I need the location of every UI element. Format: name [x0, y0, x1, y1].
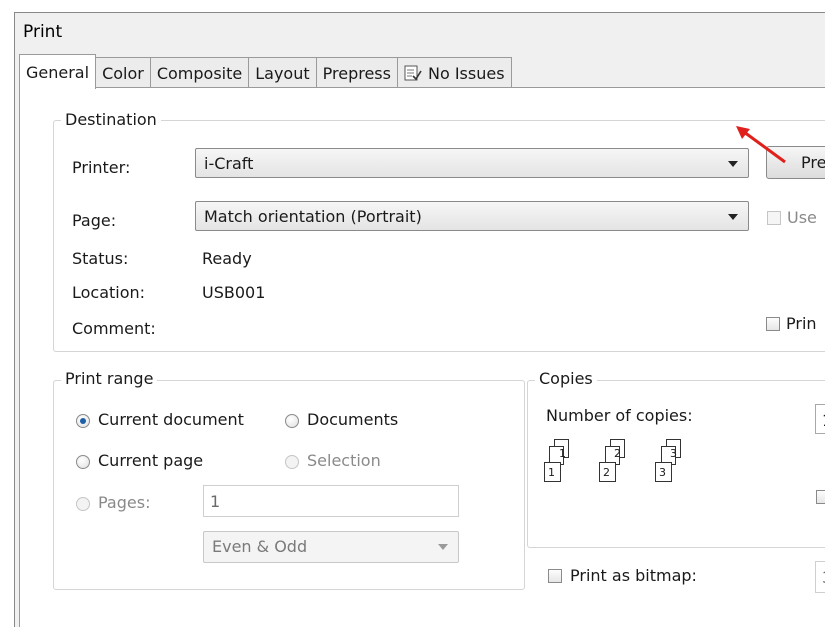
number-of-copies-label: Number of copies: — [546, 406, 693, 425]
print-to-file-label: Prin — [786, 314, 817, 333]
collate-page-2-front: 2 — [603, 466, 610, 479]
page-label: Page: — [72, 211, 117, 230]
current-document-label: Current document — [98, 410, 244, 429]
tab-layout-label: Layout — [255, 63, 310, 83]
pages-input[interactable]: 1 — [203, 485, 459, 517]
chevron-down-icon — [728, 214, 738, 220]
number-of-copies-input[interactable]: 1 — [815, 404, 825, 434]
tab-composite-label: Composite — [156, 63, 243, 83]
general-tab-panel: Destination Printer: i-Craft Pre Page: M… — [19, 87, 825, 627]
collate-page-2: 2 — [614, 447, 621, 460]
tab-no-issues-label: No Issues — [427, 63, 505, 83]
use-label: Use — [787, 208, 817, 227]
page-select-value: Match orientation (Portrait) — [204, 207, 422, 226]
printer-select[interactable]: i-Craft — [195, 148, 749, 178]
pages-radio[interactable] — [76, 497, 90, 511]
copies-legend: Copies — [535, 369, 597, 388]
selection-label: Selection — [307, 451, 381, 470]
comment-label: Comment: — [72, 319, 156, 338]
location-value: USB001 — [202, 283, 266, 302]
parity-select-value: Even & Odd — [212, 537, 308, 556]
tab-strip: General Color Composite Layout Prepress … — [19, 54, 512, 89]
preferences-button-label: Pre — [801, 153, 825, 172]
bitmap-resolution-input[interactable]: 3 — [815, 561, 825, 593]
current-page-radio[interactable] — [76, 455, 90, 469]
collate-page-1: 1 — [559, 447, 566, 460]
status-label: Status: — [72, 249, 129, 268]
pages-input-value: 1 — [210, 492, 221, 511]
documents-radio[interactable] — [285, 414, 299, 428]
printer-select-value: i-Craft — [204, 154, 254, 173]
chevron-down-icon — [438, 544, 448, 550]
destination-legend: Destination — [61, 110, 161, 129]
parity-select[interactable]: Even & Odd — [203, 531, 459, 563]
print-to-file-checkbox[interactable] — [766, 317, 780, 331]
tab-color-label: Color — [102, 63, 144, 83]
checklist-icon — [404, 65, 422, 81]
tab-prepress[interactable]: Prepress — [315, 57, 398, 88]
location-label: Location: — [72, 283, 146, 302]
documents-label: Documents — [307, 410, 399, 429]
printer-label: Printer: — [72, 158, 131, 177]
status-value: Ready — [202, 249, 252, 268]
collate-page-3-front: 3 — [659, 466, 666, 479]
current-document-radio[interactable] — [76, 414, 90, 428]
annotation-arrow-icon — [736, 126, 786, 164]
collate-page-1-front: 1 — [548, 466, 555, 479]
use-checkbox[interactable] — [767, 211, 781, 225]
selection-radio[interactable] — [285, 455, 299, 469]
tab-general-label: General — [26, 62, 90, 82]
collate-checkbox[interactable] — [816, 490, 825, 504]
tab-composite[interactable]: Composite — [149, 57, 250, 88]
print-range-legend: Print range — [61, 369, 158, 388]
tab-general[interactable]: General — [19, 54, 97, 89]
tab-prepress-label: Prepress — [322, 63, 391, 83]
current-page-label: Current page — [98, 451, 204, 470]
tab-layout[interactable]: Layout — [248, 57, 317, 88]
page-orientation-select[interactable]: Match orientation (Portrait) — [195, 201, 749, 231]
tab-no-issues[interactable]: No Issues — [396, 57, 512, 88]
tab-color[interactable]: Color — [95, 57, 151, 88]
print-as-bitmap-checkbox[interactable] — [548, 569, 562, 583]
print-as-bitmap-label: Print as bitmap: — [570, 566, 697, 585]
pages-label: Pages: — [98, 493, 151, 512]
dialog-title: Print — [23, 22, 63, 42]
collate-page-3: 3 — [670, 447, 677, 460]
